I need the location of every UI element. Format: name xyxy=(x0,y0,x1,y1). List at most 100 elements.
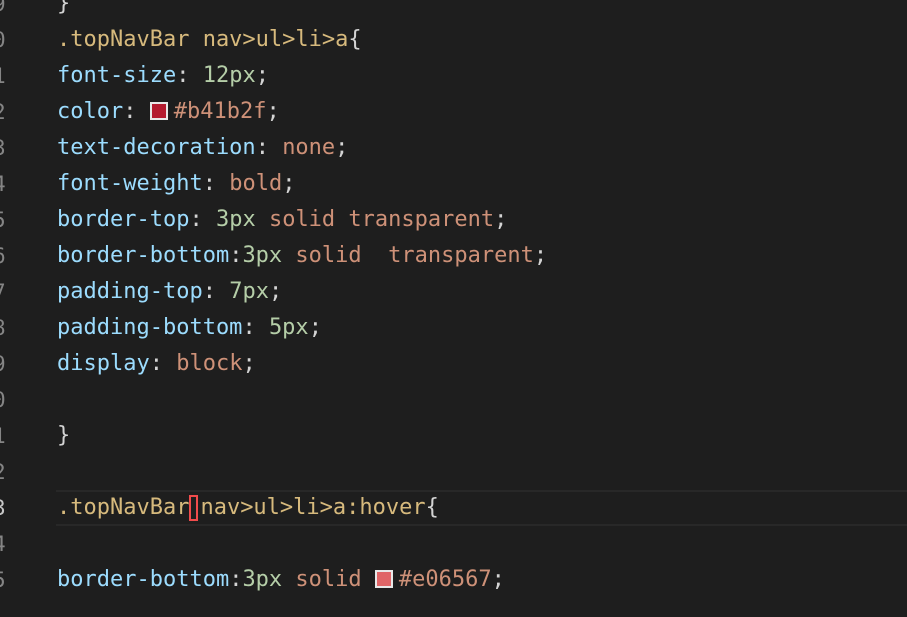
text-cursor xyxy=(189,495,199,521)
code-line[interactable]: 3 .topNavBar nav>ul>li>a:hover{ xyxy=(0,490,907,526)
code-token-punc: ; xyxy=(268,279,283,304)
code-token-punc: : xyxy=(123,99,150,124)
line-number: 8 xyxy=(0,310,23,346)
code-line[interactable]: 1} xyxy=(0,418,907,454)
code-token-num: 5px xyxy=(268,315,309,340)
code-text[interactable]: padding-top: 7px; xyxy=(57,274,282,310)
code-text[interactable]: padding-bottom: 5px; xyxy=(57,310,322,346)
code-text[interactable]: color: #b41b2f; xyxy=(57,94,280,130)
line-number: 5 xyxy=(0,202,23,238)
code-token-prop: padding-bottom xyxy=(57,315,243,340)
code-token-punc: ; xyxy=(494,207,508,232)
line-number: 9 xyxy=(0,0,23,22)
code-token-prop: font-weight xyxy=(57,171,203,196)
code-token-punc: ; xyxy=(491,567,505,592)
line-number: 6 xyxy=(0,238,23,274)
color-swatch[interactable] xyxy=(149,102,168,120)
line-number: 9 xyxy=(0,346,23,382)
code-token-num: 3px xyxy=(242,243,283,268)
code-token-val: #b41b2f xyxy=(173,99,267,124)
code-token-punc: : xyxy=(176,63,203,88)
code-token-punc: : xyxy=(202,279,230,304)
code-text[interactable]: border-top: 3px solid transparent; xyxy=(57,202,507,238)
code-line[interactable]: 0 .topNavBar nav>ul>li>a{ xyxy=(0,22,907,58)
code-token-punc: ; xyxy=(282,171,296,196)
code-text[interactable]: .topNavBar nav>ul>li>a:hover{ xyxy=(57,490,439,526)
line-number: 1 xyxy=(0,418,23,454)
code-line[interactable]: 2 color: #b41b2f; xyxy=(0,94,907,130)
code-token-punc: : xyxy=(255,135,283,160)
code-line[interactable]: 6 border-bottom:3px solid transparent; xyxy=(0,238,907,274)
line-number: 0 xyxy=(0,22,23,58)
line-number: 2 xyxy=(0,94,23,130)
code-token-punc: } xyxy=(57,0,71,16)
code-text[interactable]: .topNavBar nav>ul>li>a{ xyxy=(57,22,362,58)
line-number: 0 xyxy=(0,382,23,418)
code-token-prop: display xyxy=(57,351,150,376)
code-text[interactable]: } xyxy=(57,418,70,454)
code-token-prop: border-bottom xyxy=(57,567,230,592)
code-line[interactable]: 4 font-weight: bold; xyxy=(0,166,907,202)
line-number: 4 xyxy=(0,166,23,202)
code-text[interactable]: display: block; xyxy=(57,346,256,382)
code-token-num: 3px xyxy=(242,567,283,592)
code-token-punc: : xyxy=(202,171,230,196)
color-swatch[interactable] xyxy=(374,570,393,588)
code-token-val: solid transparent xyxy=(282,243,534,268)
code-token-punc: : xyxy=(242,315,269,340)
code-text[interactable]: font-weight: bold; xyxy=(57,166,295,202)
line-number: 7 xyxy=(0,274,23,310)
code-line[interactable]: 3 text-decoration: none; xyxy=(0,130,907,166)
code-text[interactable]: } xyxy=(57,0,70,22)
line-number: 3 xyxy=(0,490,23,526)
code-line[interactable]: 5 border-bottom:3px solid #e06567; xyxy=(0,562,907,598)
code-token-punc: : xyxy=(229,567,243,592)
code-token-punc: ; xyxy=(533,243,548,268)
code-token-val: block xyxy=(176,351,243,376)
code-token-punc: ; xyxy=(266,99,280,124)
code-text[interactable]: border-bottom:3px solid #e06567; xyxy=(57,562,505,598)
code-token-punc: ; xyxy=(255,63,269,88)
code-text[interactable]: border-bottom:3px solid transparent; xyxy=(57,238,547,274)
code-line[interactable]: 9 display: block; xyxy=(0,346,907,382)
code-token-punc: ; xyxy=(242,351,256,376)
code-token-num: 3px xyxy=(215,207,256,232)
code-line[interactable]: 0 xyxy=(0,382,907,418)
code-token-val: bold xyxy=(229,171,283,196)
code-line[interactable]: 8 padding-bottom: 5px; xyxy=(0,310,907,346)
code-line[interactable]: 7 padding-top: 7px; xyxy=(0,274,907,310)
code-token-val: solid transparent xyxy=(255,207,495,232)
code-token-sel: .topNavBar nav>ul>li>a xyxy=(57,27,349,52)
code-token-prop: border-bottom xyxy=(57,243,230,268)
code-token-sel: nav>ul>li>a:hover xyxy=(200,495,426,520)
code-line[interactable]: 2 xyxy=(0,454,907,490)
code-token-num: 12px xyxy=(202,63,256,88)
code-token-val: #e06567 xyxy=(398,567,492,592)
code-token-punc: ; xyxy=(335,135,349,160)
code-token-punc: ; xyxy=(308,315,322,340)
code-token-prop: text-decoration xyxy=(57,135,256,160)
code-token-punc: : xyxy=(149,351,177,376)
line-number: 5 xyxy=(0,562,23,598)
line-number: 3 xyxy=(0,130,23,166)
code-token-punc: : xyxy=(189,207,216,232)
code-token-sel: .topNavBar xyxy=(57,495,190,520)
code-line[interactable]: 4 xyxy=(0,526,907,562)
code-text[interactable]: font-size: 12px; xyxy=(57,58,269,94)
code-line[interactable]: 1 font-size: 12px; xyxy=(0,58,907,94)
code-line[interactable]: 5 border-top: 3px solid transparent; xyxy=(0,202,907,238)
code-token-punc: : xyxy=(229,243,243,268)
code-token-prop: font-size xyxy=(57,63,177,88)
code-text[interactable]: text-decoration: none; xyxy=(57,130,348,166)
code-token-val: none xyxy=(282,135,336,160)
code-token-prop: border-top xyxy=(57,207,190,232)
code-token-val: solid xyxy=(282,567,375,592)
line-number: 1 xyxy=(0,58,23,94)
code-editor[interactable]: 9}0.topNavBar nav>ul>li>a{1font-size: 12… xyxy=(0,0,907,617)
code-line[interactable]: 9} xyxy=(0,0,907,22)
code-token-punc: } xyxy=(57,423,71,448)
code-token-punc: { xyxy=(425,495,439,520)
code-token-prop: color xyxy=(57,99,124,124)
code-token-num: 7px xyxy=(229,279,269,304)
code-token-punc: { xyxy=(348,27,362,52)
